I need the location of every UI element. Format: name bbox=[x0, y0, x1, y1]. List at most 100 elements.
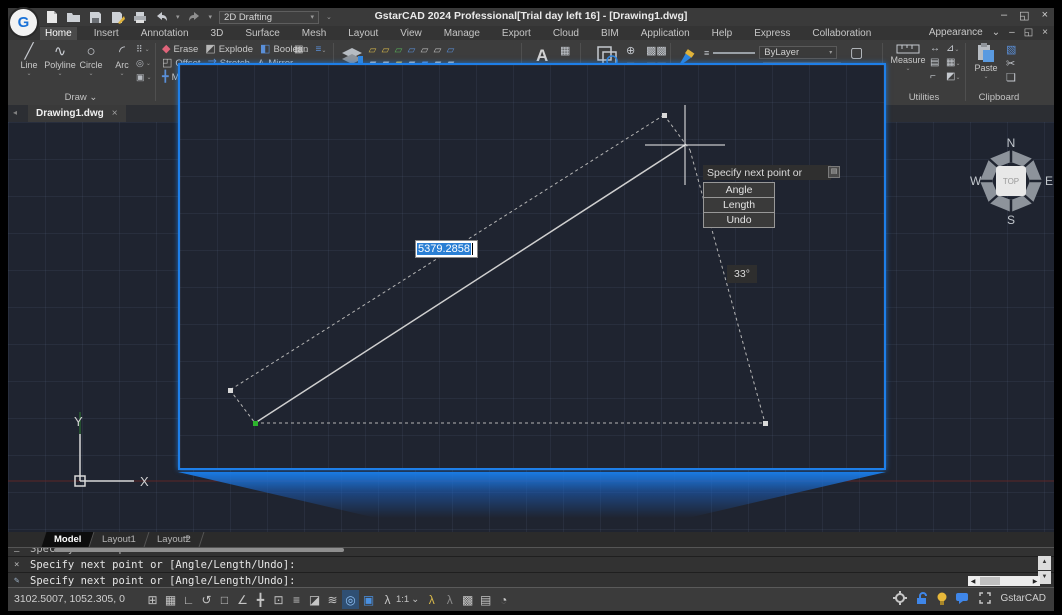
fillet-tool-icon[interactable]: ≡⌄ bbox=[315, 44, 326, 55]
status-toggle-icon[interactable]: ⊞ bbox=[144, 590, 161, 609]
modify-tool-button[interactable]: ◩ Explode bbox=[205, 44, 253, 55]
tab-close-icon[interactable]: × bbox=[112, 108, 118, 119]
layer-tool-icon[interactable]: ▱ bbox=[444, 44, 457, 57]
layer-tool-icon[interactable]: ▱ bbox=[366, 44, 379, 57]
command-splitter-handle[interactable] bbox=[54, 548, 344, 552]
appearance-dropdown[interactable]: Appearance bbox=[929, 27, 983, 38]
ribbon-tab[interactable]: BIM bbox=[596, 27, 624, 40]
ribbon-tab[interactable]: Export bbox=[497, 27, 536, 40]
lineweight-dropdown[interactable]: ByLayer ▾ bbox=[759, 46, 837, 59]
layout-tab[interactable]: Layout1 bbox=[90, 532, 150, 547]
status-toggle-icon[interactable]: ⊡ bbox=[270, 590, 287, 609]
donut-tool-icon[interactable]: ◎ ⌄ bbox=[136, 58, 152, 69]
status-toggle-icon[interactable]: ◪ bbox=[306, 590, 323, 609]
array-tool-icon[interactable]: ▦⌄ bbox=[294, 44, 308, 55]
cut-icon[interactable]: ✂ bbox=[1006, 57, 1015, 70]
dynamic-option[interactable]: Undo bbox=[703, 212, 775, 228]
scroll-up-icon[interactable]: ▲ bbox=[1038, 556, 1051, 570]
annotation-scale-dropdown[interactable]: λ 1:1 ⌄ bbox=[378, 590, 422, 609]
chevron-down-icon[interactable]: ⌄ bbox=[57, 70, 62, 77]
dynamic-option[interactable]: Angle bbox=[703, 182, 775, 198]
doc-close-button[interactable]: × bbox=[1042, 27, 1048, 38]
redo-icon[interactable] bbox=[187, 10, 202, 24]
ribbon-tab[interactable]: View bbox=[395, 27, 427, 40]
draw-tool-button[interactable]: ╱ Line ⌄ bbox=[14, 43, 44, 77]
status-toggle-icon[interactable]: ≋ bbox=[324, 590, 341, 609]
settings-gear-icon[interactable] bbox=[893, 591, 907, 605]
status-toggle-icon[interactable]: ≡ bbox=[288, 590, 305, 609]
feedback-chat-icon[interactable] bbox=[956, 592, 970, 604]
gstarcad-logo-icon[interactable]: G bbox=[10, 9, 37, 36]
fullscreen-icon[interactable] bbox=[979, 592, 991, 604]
draw-panel-label[interactable]: Draw ⌄ bbox=[8, 92, 154, 103]
dynamic-dimension-input[interactable]: 5379.2858 bbox=[415, 240, 478, 258]
save-icon[interactable] bbox=[88, 10, 103, 24]
id-point-icon[interactable]: ⊿⌄ bbox=[946, 43, 959, 54]
toolbar-more-icon[interactable]: ⌄ bbox=[326, 13, 332, 21]
close-button[interactable]: × bbox=[1042, 9, 1048, 22]
ribbon-tab[interactable]: Application bbox=[636, 27, 695, 40]
layer-tool-icon[interactable]: ▱ bbox=[431, 44, 444, 57]
ribbon-tab[interactable]: Collaboration bbox=[807, 27, 876, 40]
add-layout-button[interactable]: + bbox=[184, 533, 190, 544]
status-toggle-icon[interactable]: ◎ bbox=[342, 590, 359, 609]
cancel-icon[interactable]: × bbox=[14, 560, 19, 570]
ribbon-tab[interactable]: Surface bbox=[240, 27, 284, 40]
status-toggle-icon[interactable]: □ bbox=[216, 590, 233, 609]
open-file-icon[interactable] bbox=[66, 10, 81, 24]
table-tool-icon[interactable]: ▦ bbox=[560, 44, 570, 57]
command-horizontal-scrollbar[interactable]: ◀ ▶ bbox=[968, 576, 1040, 586]
ribbon-tab[interactable]: Manage bbox=[439, 27, 485, 40]
ribbon-tab[interactable]: Home bbox=[40, 27, 77, 40]
draw-tool-button[interactable]: ○ Circle ⌄ bbox=[76, 43, 106, 77]
paste-button[interactable]: Paste ⌄ bbox=[970, 43, 1002, 80]
layout-tab[interactable]: Layout2 bbox=[145, 532, 205, 547]
hatch-tool-icon[interactable]: ▣ ⌄ bbox=[136, 72, 152, 83]
redo-dropdown-icon[interactable]: ▾ bbox=[209, 13, 213, 21]
status-toggle-icon[interactable]: ▦ bbox=[162, 590, 179, 609]
ribbon-tab[interactable]: 3D bbox=[206, 27, 229, 40]
scrollbar-thumb[interactable] bbox=[980, 577, 1000, 585]
status-toggle-icon[interactable]: ∠ bbox=[234, 590, 251, 609]
view-cube[interactable]: TOP N S W E bbox=[966, 136, 1054, 226]
undo-dropdown-icon[interactable]: ▾ bbox=[176, 13, 180, 21]
status-toggle-icon[interactable]: ▩ bbox=[459, 590, 476, 609]
distance-tool-icon[interactable]: ↔ bbox=[930, 43, 940, 54]
chevron-down-icon[interactable]: ⌄ bbox=[119, 70, 124, 77]
workspace-dropdown[interactable]: 2D Drafting ▾ bbox=[219, 11, 319, 24]
status-toggle-icon[interactable]: ↺ bbox=[198, 590, 215, 609]
layer-tool-icon[interactable]: ▱ bbox=[392, 44, 405, 57]
save-as-icon[interactable] bbox=[110, 10, 125, 24]
area-tool-icon[interactable]: ⌐ bbox=[930, 71, 936, 82]
floating-drawing-window[interactable]: 5379.2858 Specify next point or ▤ Angle … bbox=[178, 63, 886, 470]
doc-restore-button[interactable]: ◱ bbox=[1024, 27, 1033, 38]
clipboard-panel-label[interactable]: Clipboard bbox=[960, 92, 1038, 103]
layout-tab[interactable]: Model bbox=[42, 532, 95, 547]
measure-button[interactable]: Measure ⌄ bbox=[890, 43, 926, 72]
attribute-tool-icon[interactable]: ⊕ bbox=[626, 44, 635, 57]
draw-tool-button[interactable]: ∿ Polyline ⌄ bbox=[45, 43, 75, 77]
modify-tool-button[interactable]: ◆ Erase bbox=[162, 44, 198, 55]
status-toggle-icon[interactable]: ∟ bbox=[180, 590, 197, 609]
calculator-icon[interactable]: ▤ bbox=[930, 57, 939, 68]
undo-icon[interactable] bbox=[154, 10, 169, 24]
command-line-panel[interactable]: — Specify first point: × Specify next po… bbox=[8, 547, 1054, 587]
scroll-left-icon[interactable]: ◀ bbox=[968, 578, 978, 585]
layer-tool-icon[interactable]: ▱ bbox=[418, 44, 431, 57]
layer-tool-icon[interactable]: ▱ bbox=[405, 44, 418, 57]
chevron-down-icon[interactable]: ⌄ bbox=[88, 70, 93, 77]
print-icon[interactable] bbox=[132, 10, 147, 24]
status-toggle-icon[interactable]: ▣ bbox=[360, 590, 377, 609]
unlock-icon[interactable] bbox=[916, 592, 928, 605]
document-tab[interactable]: Drawing1.dwg × bbox=[28, 105, 126, 122]
rectangle-tool-icon[interactable]: ⠿ ⌄ bbox=[136, 44, 152, 55]
ribbon-tab[interactable]: Annotation bbox=[136, 27, 194, 40]
status-toggle-icon[interactable]: λ bbox=[441, 590, 458, 609]
restore-button[interactable]: ◱ bbox=[1019, 9, 1029, 22]
copy-icon[interactable]: ▧ bbox=[1006, 43, 1016, 56]
command-input-row[interactable]: ✎ Specify next point or [Angle/Length/Un… bbox=[8, 572, 1054, 588]
dynamic-option[interactable]: Length bbox=[703, 197, 775, 213]
lightbulb-icon[interactable] bbox=[937, 592, 947, 605]
list-tool-icon[interactable]: ▦⌄ bbox=[946, 57, 960, 68]
copy-with-basepoint-icon[interactable]: ❏ bbox=[1006, 71, 1016, 84]
